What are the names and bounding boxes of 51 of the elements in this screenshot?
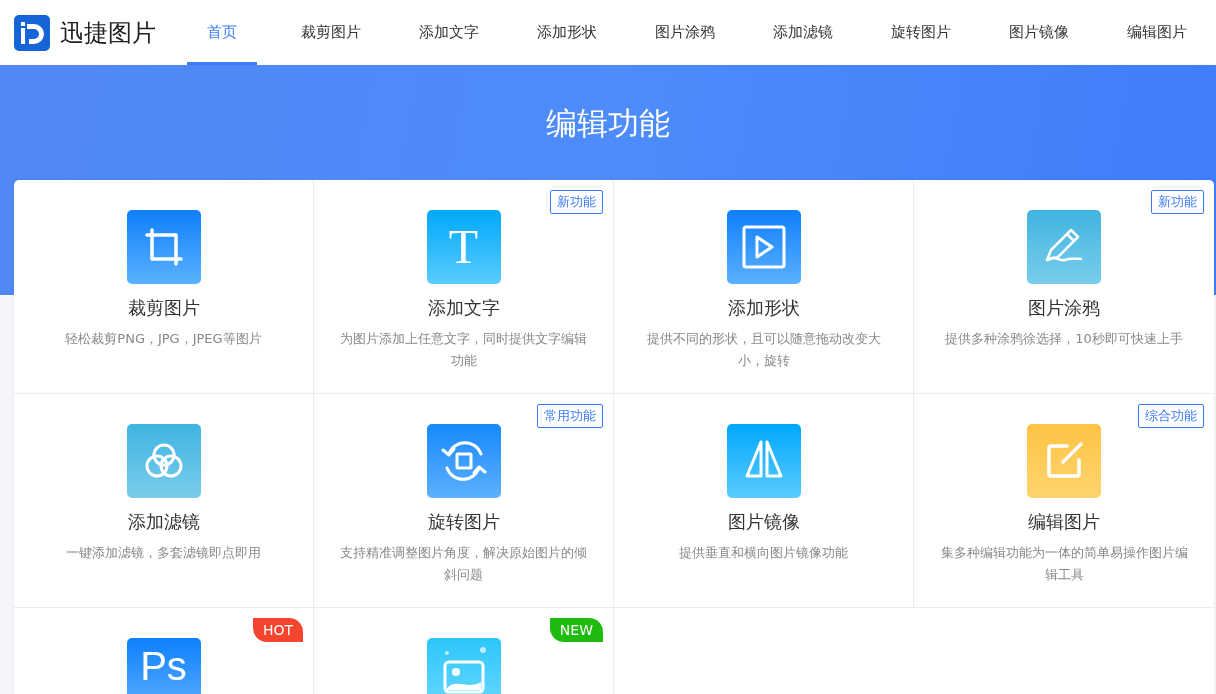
feature-card[interactable]: 图片镜像 提供垂直和横向图片镜像功能	[614, 394, 914, 608]
nav-link[interactable]: 添加文字	[390, 0, 508, 65]
feature-title: 裁剪图片	[127, 296, 200, 320]
nav-link[interactable]: 旋转图片	[862, 0, 980, 65]
section-title: 编辑功能	[546, 104, 670, 143]
feature-tag: 新功能	[1151, 190, 1204, 214]
feature-card[interactable]: 新功能 T 添加文字 为图片添加上任意文字，同时提供文字编辑功能	[314, 180, 614, 394]
feature-description: 提供多种涂鸦徐选择，10秒即可快速上手	[944, 330, 1184, 348]
play-square-icon	[726, 210, 801, 284]
feature-tag: HOT	[252, 618, 303, 642]
nav-link[interactable]: 添加滤镜	[744, 0, 862, 65]
nav-link[interactable]: 添加形状	[508, 0, 626, 65]
text-icon: T	[426, 210, 501, 284]
feature-tag: 常用功能	[537, 404, 603, 428]
feature-title: 添加滤镜	[127, 510, 200, 534]
feature-description: 集多种编辑功能为一体的简单易操作图片编辑工具	[939, 544, 1189, 584]
feature-card[interactable]: 裁剪图片 轻松裁剪PNG，JPG，JPEG等图片	[14, 180, 314, 394]
rotate-icon	[426, 424, 501, 498]
feature-card[interactable]: 常用功能 旋转图片 支持精准调整图片角度，解决原始图片的倾斜问题	[314, 394, 614, 608]
feature-description: 为图片添加上任意文字，同时提供文字编辑功能	[339, 330, 588, 370]
edit-icon	[1027, 424, 1101, 498]
nav-link[interactable]: 裁剪图片	[272, 0, 390, 65]
ps-icon: Ps	[126, 638, 201, 694]
circles-icon	[126, 424, 201, 498]
feature-tag: 综合功能	[1138, 404, 1204, 428]
feature-card[interactable]: 综合功能 编辑图片 集多种编辑功能为一体的简单易操作图片编辑工具	[914, 394, 1214, 608]
feature-tag: 新功能	[550, 190, 603, 214]
feature-description: 支持精准调整图片角度，解决原始图片的倾斜问题	[339, 544, 588, 584]
feature-description: 提供不同的形状，且可以随意拖动改变大小，旋转	[645, 330, 882, 370]
brand-name[interactable]: 迅捷图片	[60, 16, 156, 49]
feature-title: 图片涂鸦	[1028, 296, 1100, 320]
mirror-icon	[726, 424, 801, 498]
feature-card[interactable]: 新功能 图片涂鸦 提供多种涂鸦徐选择，10秒即可快速上手	[914, 180, 1214, 394]
logo-icon[interactable]	[14, 14, 50, 51]
feature-description: 一键添加滤镜，多套滤镜即点即用	[65, 544, 262, 562]
feature-card[interactable]: 添加形状 提供不同的形状，且可以随意拖动改变大小，旋转	[614, 180, 914, 394]
feature-card[interactable]: HOT Ps	[14, 608, 314, 694]
crop-icon	[126, 210, 201, 284]
feature-title: 图片镜像	[727, 510, 800, 534]
nav-link[interactable]: 图片涂鸦	[626, 0, 744, 65]
nav-link[interactable]: 图片镜像	[980, 0, 1098, 65]
feature-tag: NEW	[549, 618, 603, 642]
pen-icon	[1027, 210, 1101, 284]
feature-description: 提供垂直和横向图片镜像功能	[678, 544, 849, 562]
feature-title: 编辑图片	[1028, 510, 1100, 534]
feature-title: 添加文字	[427, 296, 500, 320]
feature-title: 添加形状	[727, 296, 800, 320]
feature-title: 旋转图片	[427, 510, 500, 534]
nav-link[interactable]: 编辑图片	[1098, 0, 1216, 65]
feature-description: 轻松裁剪PNG，JPG，JPEG等图片	[64, 330, 263, 348]
feature-card[interactable]: 添加滤镜 一键添加滤镜，多套滤镜即点即用	[14, 394, 314, 608]
